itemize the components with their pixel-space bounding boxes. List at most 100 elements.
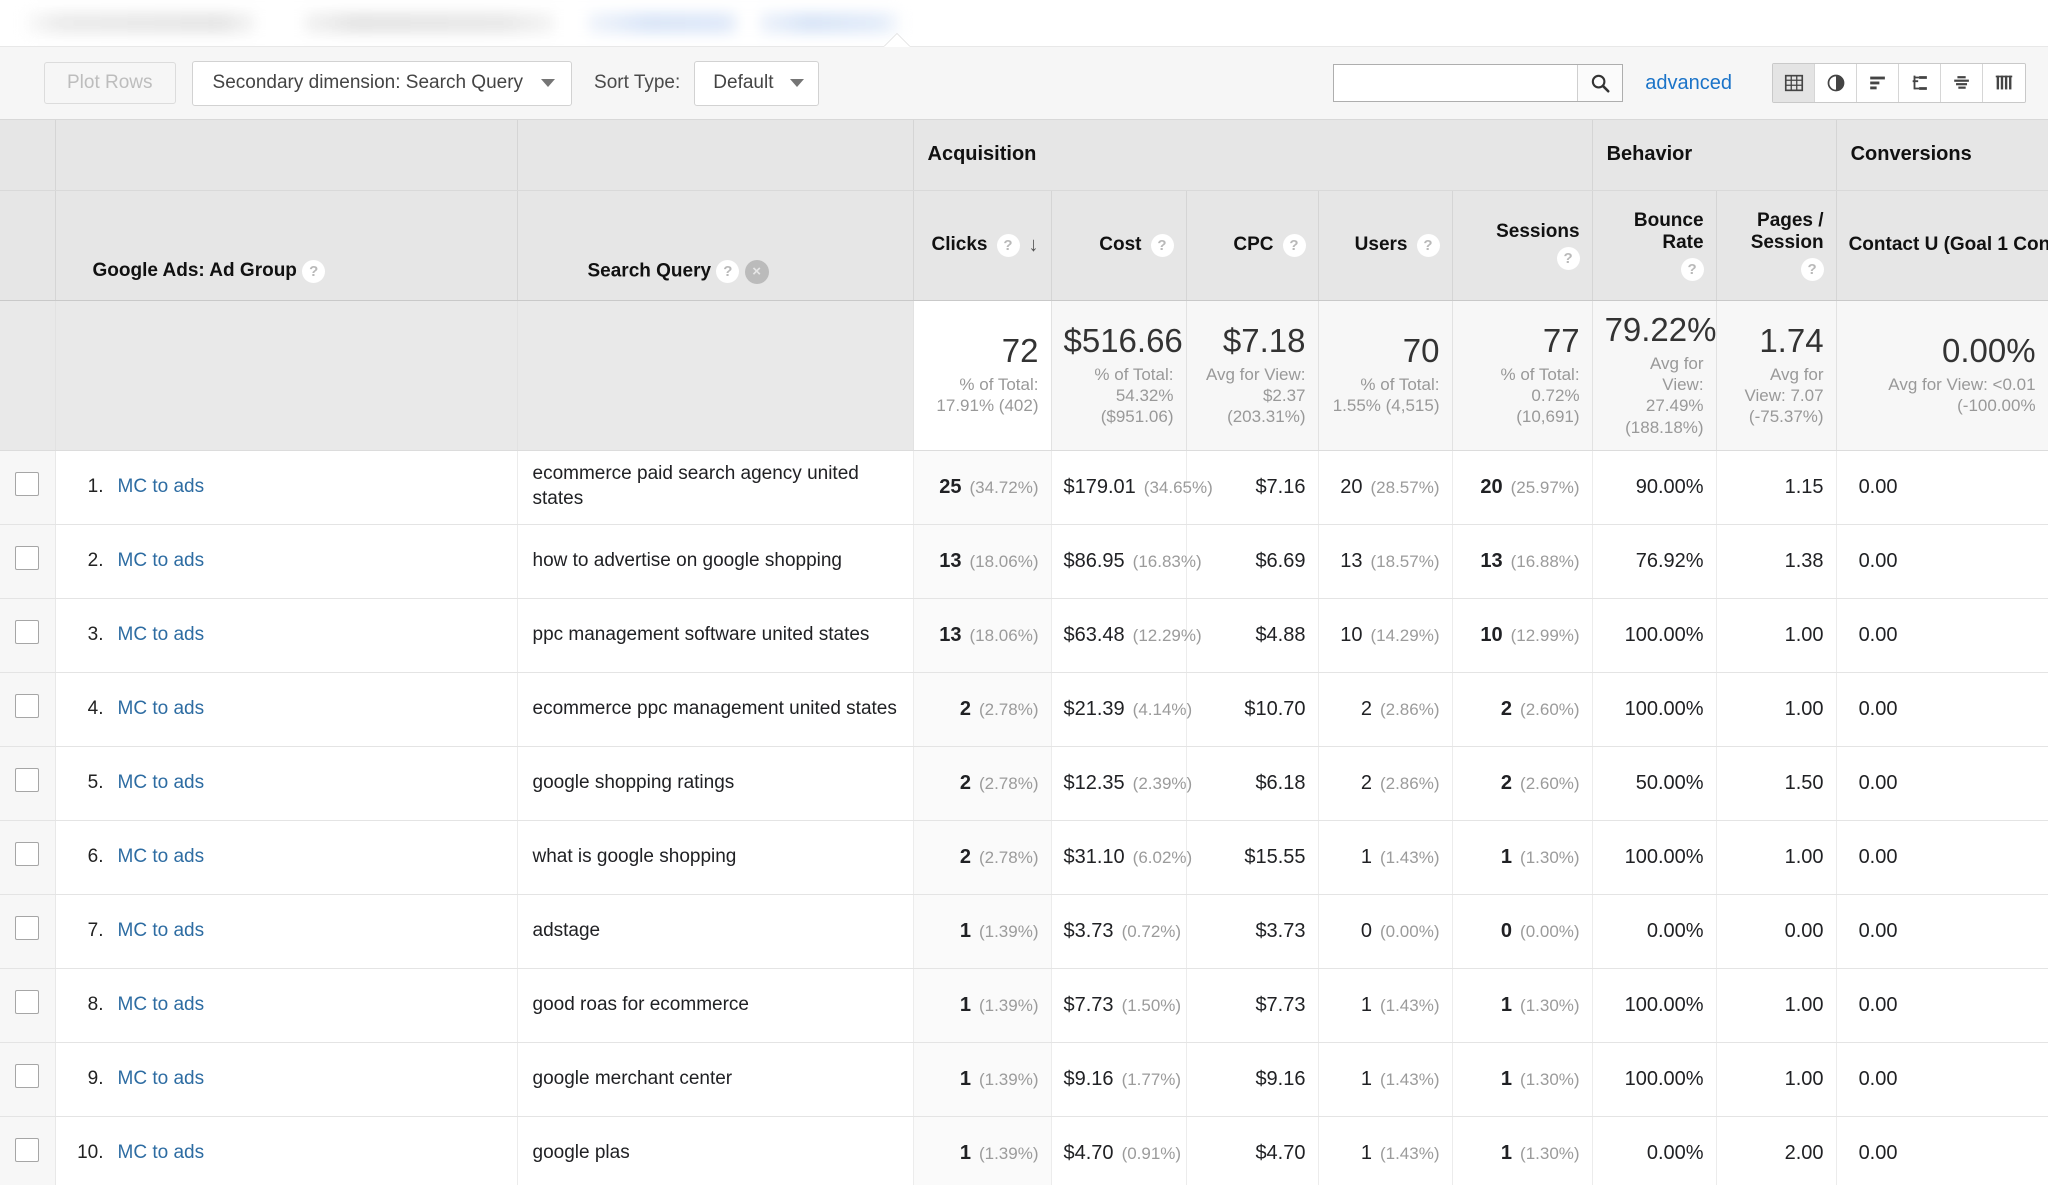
cost-cell: $7.73 (1.50%) xyxy=(1051,968,1187,1043)
pages-session-cell: 1.00 xyxy=(1716,598,1837,673)
pie-chart-view-icon-button[interactable] xyxy=(1815,64,1857,102)
term-cloud-view-icon-button[interactable] xyxy=(1941,64,1983,102)
clicks-percent: (2.78%) xyxy=(978,847,1039,867)
search-query-cell: ecommerce ppc management united states xyxy=(517,672,914,747)
pages-session-cell: 1.00 xyxy=(1716,968,1837,1043)
clicks-cell: 1 (1.39%) xyxy=(913,968,1052,1043)
search-query-cell: good roas for ecommerce xyxy=(517,968,914,1043)
ad-group-link[interactable]: MC to ads xyxy=(118,1142,205,1164)
cost-value: $12.35 xyxy=(1063,771,1125,794)
cpc-value: $15.55 xyxy=(1244,845,1306,868)
sessions-cell: 1 (1.30%) xyxy=(1452,968,1593,1043)
bounce-rate-value: 0.00% xyxy=(1646,919,1704,942)
column-header-goal-conversion-rate[interactable]: Contact U (Goal 1 Conversi Rate) ? xyxy=(1836,190,2048,301)
clicks-cell: 2 (2.78%) xyxy=(913,746,1052,821)
help-icon[interactable]: ? xyxy=(302,260,326,283)
sort-type-dropdown[interactable]: Default xyxy=(694,60,819,106)
clicks-percent: (34.72%) xyxy=(969,477,1039,497)
column-header-clicks[interactable]: Clicks ? ↓ xyxy=(913,190,1052,301)
help-icon[interactable]: ? xyxy=(1800,257,1824,281)
ad-group-link[interactable]: MC to ads xyxy=(118,1068,205,1090)
ad-group-link[interactable]: MC to ads xyxy=(118,772,205,794)
sessions-value: 10 xyxy=(1480,623,1503,646)
ad-group-link[interactable]: MC to ads xyxy=(118,846,205,868)
column-header-cpc[interactable]: CPC ? xyxy=(1186,190,1319,301)
pages-session-cell: 1.00 xyxy=(1716,672,1837,747)
row-checkbox[interactable] xyxy=(15,1138,40,1162)
pages-session-value: 2.00 xyxy=(1784,1141,1824,1164)
comparison-view-icon-button[interactable] xyxy=(1899,64,1941,102)
group-header-behavior: Behavior xyxy=(1592,120,1837,191)
bounce-rate-value: 100.00% xyxy=(1624,1067,1704,1090)
summary-cpc-sub: Avg for View: $2.37 (203.31%) xyxy=(1205,364,1306,427)
search-input[interactable] xyxy=(1334,65,1578,101)
users-value: 13 xyxy=(1340,549,1363,572)
sessions-value: 1 xyxy=(1500,845,1513,868)
ad-group-link[interactable]: MC to ads xyxy=(118,994,205,1016)
cost-percent: (12.29%) xyxy=(1132,625,1202,645)
goal-conversion-rate-cell: 0.00 xyxy=(1836,746,2048,821)
summary-goal-conversion-rate-sub: Avg for View: <0.01 (-100.00% xyxy=(1888,375,2036,416)
goal-conversion-rate-value: 0.00 xyxy=(1858,845,1898,868)
help-icon[interactable]: ? xyxy=(1416,233,1440,257)
row-checkbox[interactable] xyxy=(15,842,40,866)
select-all-header xyxy=(0,190,56,301)
group-header-spacer-checkbox xyxy=(0,120,56,191)
column-header-cost[interactable]: Cost ? xyxy=(1051,190,1187,301)
table-row: 3. MC to ads ppc management software unite… xyxy=(0,598,2048,673)
column-header-bounce-rate[interactable]: Bounce Rate ? xyxy=(1592,190,1717,301)
row-checkbox[interactable] xyxy=(15,694,40,718)
row-checkbox[interactable] xyxy=(15,620,40,644)
users-value: 2 xyxy=(1360,771,1372,794)
ad-group-link[interactable]: MC to ads xyxy=(118,550,205,572)
performance-bar-view-icon-button[interactable] xyxy=(1857,64,1899,102)
summary-sessions: 77 % of Total: 0.72% (10,691) xyxy=(1452,300,1593,451)
ad-group-cell: 3. MC to ads xyxy=(55,598,518,673)
pages-session-cell: 1.50 xyxy=(1716,746,1837,821)
ad-group-cell: 7. MC to ads xyxy=(55,894,518,969)
users-cell: 13 (18.57%) xyxy=(1318,524,1453,599)
search-query-cell: what is google shopping xyxy=(517,820,914,895)
row-checkbox[interactable] xyxy=(15,990,40,1014)
search-query-cell: adstage xyxy=(517,894,914,969)
column-header-ad-group-label: Google Ads: Ad Group xyxy=(92,260,297,281)
bounce-rate-value: 100.00% xyxy=(1624,845,1704,868)
plot-rows-button[interactable]: Plot Rows xyxy=(44,62,176,104)
help-icon[interactable]: ? xyxy=(1556,246,1580,270)
bounce-rate-value: 100.00% xyxy=(1624,697,1704,720)
cost-cell: $4.70 (0.91%) xyxy=(1051,1116,1187,1185)
help-icon[interactable]: ? xyxy=(1680,257,1704,281)
ad-group-link[interactable]: MC to ads xyxy=(118,624,205,646)
ad-group-link[interactable]: MC to ads xyxy=(118,920,205,942)
summary-spacer-dim2 xyxy=(517,300,914,451)
help-icon[interactable]: ? xyxy=(1282,233,1306,257)
help-icon[interactable]: ? xyxy=(996,233,1020,257)
pages-session-value: 1.00 xyxy=(1784,1067,1824,1090)
column-header-ad-group[interactable]: Google Ads: Ad Group ? xyxy=(55,190,518,301)
column-header-sessions[interactable]: Sessions ? xyxy=(1452,190,1593,301)
column-header-pages-session[interactable]: Pages / Session ? xyxy=(1716,190,1837,301)
row-index: 2. xyxy=(87,550,104,571)
clicks-value: 1 xyxy=(959,993,971,1016)
sessions-cell: 2 (2.60%) xyxy=(1452,746,1593,821)
row-checkbox[interactable] xyxy=(15,1064,40,1088)
advanced-filter-link[interactable]: advanced xyxy=(1645,72,1732,95)
cost-cell: $31.10 (6.02%) xyxy=(1051,820,1192,895)
ad-group-link[interactable]: MC to ads xyxy=(118,476,205,498)
row-checkbox[interactable] xyxy=(15,916,40,940)
help-icon[interactable]: ? xyxy=(716,260,740,283)
column-header-search-query[interactable]: Search Query ? × xyxy=(517,190,914,301)
pivot-view-icon-button[interactable] xyxy=(1983,64,2025,102)
search-button[interactable] xyxy=(1577,65,1623,101)
help-icon[interactable]: ? xyxy=(1150,233,1174,257)
row-checkbox[interactable] xyxy=(15,546,40,570)
column-header-users[interactable]: Users ? xyxy=(1318,190,1453,301)
ad-group-link[interactable]: MC to ads xyxy=(118,698,205,720)
secondary-dimension-dropdown[interactable]: Secondary dimension: Search Query xyxy=(191,60,573,106)
remove-secondary-dimension-icon[interactable]: × xyxy=(744,259,769,284)
row-checkbox[interactable] xyxy=(15,768,40,792)
sort-descending-icon[interactable]: ↓ xyxy=(1029,234,1039,257)
row-checkbox[interactable] xyxy=(15,472,40,496)
table-view-icon-button[interactable] xyxy=(1773,64,1815,102)
sessions-value: 1 xyxy=(1500,993,1513,1016)
